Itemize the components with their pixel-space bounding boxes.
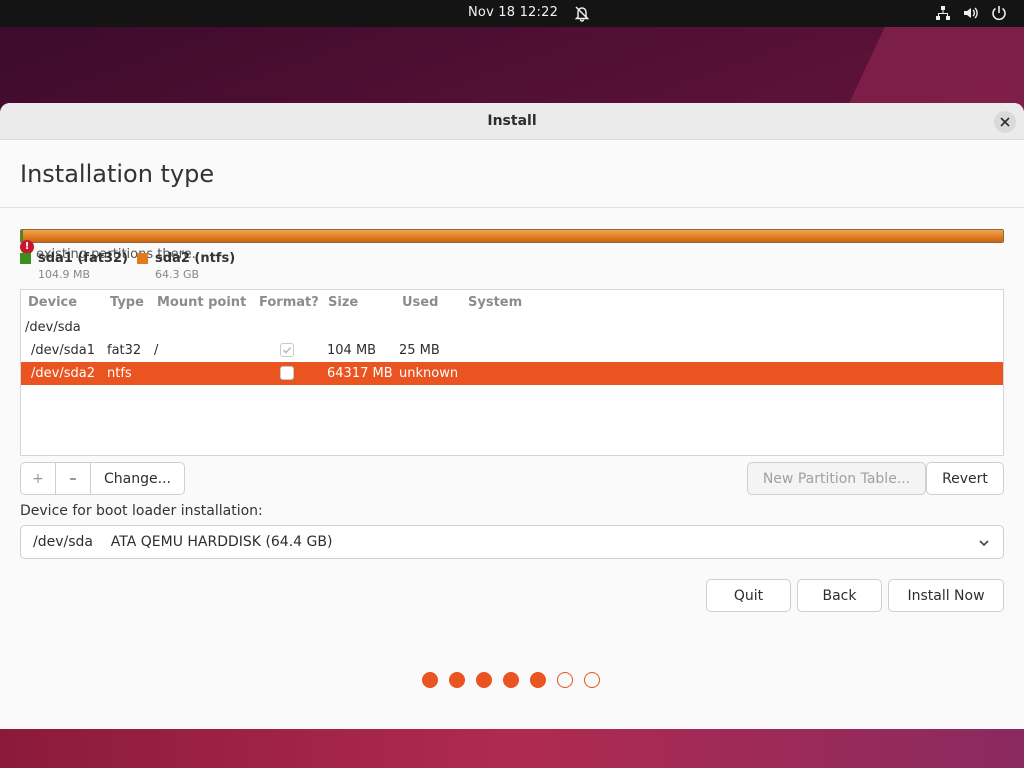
- cell-type: ntfs: [107, 366, 132, 381]
- partition-button-group: + – Change...: [20, 462, 185, 495]
- legend-swatch: [137, 253, 148, 264]
- table-row[interactable]: /dev/sda: [21, 316, 1003, 339]
- wallpaper-bottom: [0, 728, 1024, 768]
- revert-button[interactable]: Revert: [926, 462, 1004, 495]
- cell-size: 104 MB: [327, 343, 377, 358]
- installer-window: Install Installation type ! existing par…: [0, 103, 1024, 729]
- step-dot: [422, 672, 438, 688]
- legend-size: 104.9 MB: [38, 268, 91, 281]
- partition-bar: [20, 229, 1004, 243]
- step-dot: [449, 672, 465, 688]
- table-row-selected[interactable]: /dev/sda2 ntfs 64317 MB unknown: [21, 362, 1003, 385]
- cell-size: 64317 MB: [327, 366, 393, 381]
- column-header-mount[interactable]: Mount point: [157, 295, 246, 310]
- install-now-button[interactable]: Install Now: [888, 579, 1004, 612]
- bell-off-icon[interactable]: [573, 4, 591, 22]
- legend-name: sda2 (ntfs): [155, 251, 236, 266]
- network-icon[interactable]: [934, 4, 952, 22]
- remove-partition-button[interactable]: –: [56, 463, 91, 494]
- cell-device: /dev/sda: [25, 320, 81, 335]
- partition-table[interactable]: Device Type Mount point Format? Size Use…: [20, 289, 1004, 456]
- column-header-size[interactable]: Size: [328, 295, 358, 310]
- legend-name: sda1 (fat32): [38, 251, 129, 266]
- quit-button[interactable]: Quit: [706, 579, 791, 612]
- window-title: Install: [487, 113, 537, 129]
- page-title: Installation type: [20, 160, 215, 188]
- column-header-used[interactable]: Used: [402, 295, 438, 310]
- format-checkbox[interactable]: [280, 343, 294, 357]
- legend-size: 64.3 GB: [155, 268, 200, 281]
- partition-segment-sda2: [23, 230, 1003, 242]
- page-header: Installation type: [0, 140, 1024, 208]
- cell-type: fat32: [107, 343, 142, 358]
- table-header: Device Type Mount point Format? Size Use…: [21, 290, 1003, 316]
- system-top-bar: Nov 18 12:22: [0, 0, 1024, 27]
- step-dot: [530, 672, 546, 688]
- column-header-format[interactable]: Format?: [259, 295, 319, 310]
- cell-device: /dev/sda2: [31, 366, 95, 381]
- legend-swatch: [20, 253, 31, 264]
- step-indicator: [422, 672, 600, 688]
- step-dot: [503, 672, 519, 688]
- cell-used: 25 MB: [399, 343, 440, 358]
- add-partition-button[interactable]: +: [21, 463, 56, 494]
- power-icon[interactable]: [990, 4, 1008, 22]
- chevron-down-icon: [979, 540, 989, 547]
- cell-used: unknown: [399, 366, 459, 381]
- change-partition-button[interactable]: Change...: [91, 463, 184, 494]
- clock[interactable]: Nov 18 12:22: [468, 5, 558, 20]
- window-titlebar[interactable]: Install: [0, 103, 1024, 140]
- format-checkbox[interactable]: [280, 366, 294, 380]
- cell-mount: /: [154, 343, 159, 358]
- new-partition-table-button[interactable]: New Partition Table...: [747, 462, 926, 495]
- step-dot: [584, 672, 600, 688]
- column-header-device[interactable]: Device: [28, 295, 77, 310]
- step-dot: [557, 672, 573, 688]
- column-header-system[interactable]: System: [468, 295, 522, 310]
- column-header-type[interactable]: Type: [110, 295, 144, 310]
- bootloader-selected-value: /dev/sda ATA QEMU HARDDISK (64.4 GB): [33, 534, 333, 550]
- table-row[interactable]: /dev/sda1 fat32 / 104 MB 25 MB: [21, 339, 1003, 362]
- close-icon[interactable]: [994, 111, 1016, 133]
- cell-device: /dev/sda1: [31, 343, 95, 358]
- bootloader-device-select[interactable]: /dev/sda ATA QEMU HARDDISK (64.4 GB): [20, 525, 1004, 559]
- warning-icon: !: [20, 240, 34, 254]
- bootloader-label: Device for boot loader installation:: [20, 503, 263, 519]
- back-button[interactable]: Back: [797, 579, 882, 612]
- volume-icon[interactable]: [962, 4, 980, 22]
- step-dot: [476, 672, 492, 688]
